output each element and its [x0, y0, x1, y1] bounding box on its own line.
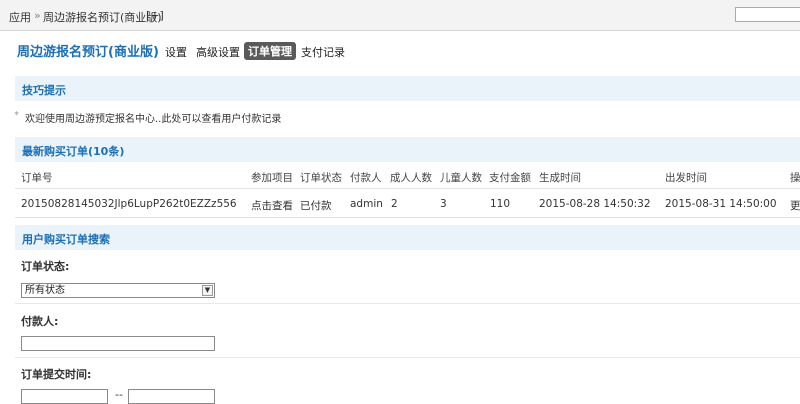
tab-settings[interactable]: 设置 — [165, 44, 187, 60]
breadcrumb-separator: » — [34, 9, 41, 22]
add-shortcut-button[interactable]: [+] — [146, 9, 164, 22]
submit-time-label: 订单提交时间: — [21, 368, 92, 381]
plugin-title: 周边游报名预订(商业版) — [17, 45, 159, 60]
tab-payment-records[interactable]: 支付记录 — [301, 44, 345, 60]
view-project-link[interactable]: 点击查看 — [251, 198, 293, 213]
tips-section-header: 技巧提示 — [15, 76, 800, 101]
col-action: 操 — [790, 172, 800, 184]
time-end-input[interactable] — [128, 389, 215, 404]
col-status: 订单状态 — [300, 172, 342, 184]
order-no: 20150828145032Jlp6LupP262t0EZZz556 — [21, 198, 237, 210]
col-children: 儿童人数 — [440, 172, 482, 184]
status-filter-select[interactable]: 所有状态 ▼ — [21, 283, 215, 298]
tab-order-management[interactable]: 订单管理 — [244, 42, 296, 60]
orders-table-header: 订单号 参加项目 订单状态 付款人 成人人数 儿童人数 支付金额 生成时间 出发… — [15, 162, 800, 189]
col-depart: 出发时间 — [665, 172, 707, 184]
tips-title: 技巧提示 — [22, 84, 66, 97]
col-order-no: 订单号 — [21, 172, 53, 184]
top-bar: 应用 » 周边游报名预订(商业版) [+] — [0, 0, 800, 31]
order-depart: 2015-08-31 14:50:00 — [665, 198, 777, 210]
tip-text: * 欢迎使用周边游预定报名中心..此处可以查看用户付款记录 — [14, 110, 282, 125]
orders-title: 最新购买订单(10条) — [22, 145, 125, 158]
top-search-input[interactable] — [735, 7, 800, 22]
payer-filter-input[interactable] — [21, 336, 215, 351]
time-start-input[interactable] — [21, 389, 108, 404]
order-action-link[interactable]: 更 — [790, 198, 800, 213]
search-title: 用户购买订单搜索 — [22, 233, 110, 246]
col-project: 参加项目 — [251, 172, 293, 184]
status-filter-label: 订单状态: — [21, 260, 70, 273]
tab-advanced-settings[interactable]: 高级设置 — [196, 44, 240, 60]
search-section-header: 用户购买订单搜索 — [15, 225, 800, 250]
tip-bullet: * — [14, 110, 19, 121]
payer-filter-label: 付款人: — [21, 315, 59, 328]
form-divider — [15, 303, 800, 304]
order-adults: 2 — [391, 198, 398, 210]
col-payer: 付款人 — [350, 172, 382, 184]
order-created: 2015-08-28 14:50:32 — [539, 198, 651, 210]
col-created: 生成时间 — [539, 172, 581, 184]
breadcrumb-root[interactable]: 应用 — [9, 9, 31, 25]
breadcrumb-current[interactable]: 周边游报名预订(商业版) — [43, 9, 162, 25]
table-row: 20150828145032Jlp6LupP262t0EZZz556 点击查看 … — [15, 189, 800, 218]
status-filter-value: 所有状态 — [25, 285, 65, 296]
chevron-down-icon: ▼ — [202, 285, 213, 296]
time-range-separator: -- — [115, 388, 123, 401]
order-amount: 110 — [490, 198, 511, 210]
order-status: 已付款 — [300, 200, 332, 212]
col-amount: 支付金额 — [489, 172, 531, 184]
form-divider — [15, 357, 800, 358]
order-payer: admin — [350, 198, 383, 210]
col-adults: 成人人数 — [390, 172, 432, 184]
orders-section-header: 最新购买订单(10条) — [15, 137, 800, 162]
tip-message: 欢迎使用周边游预定报名中心..此处可以查看用户付款记录 — [25, 114, 282, 125]
order-children: 3 — [440, 198, 447, 210]
